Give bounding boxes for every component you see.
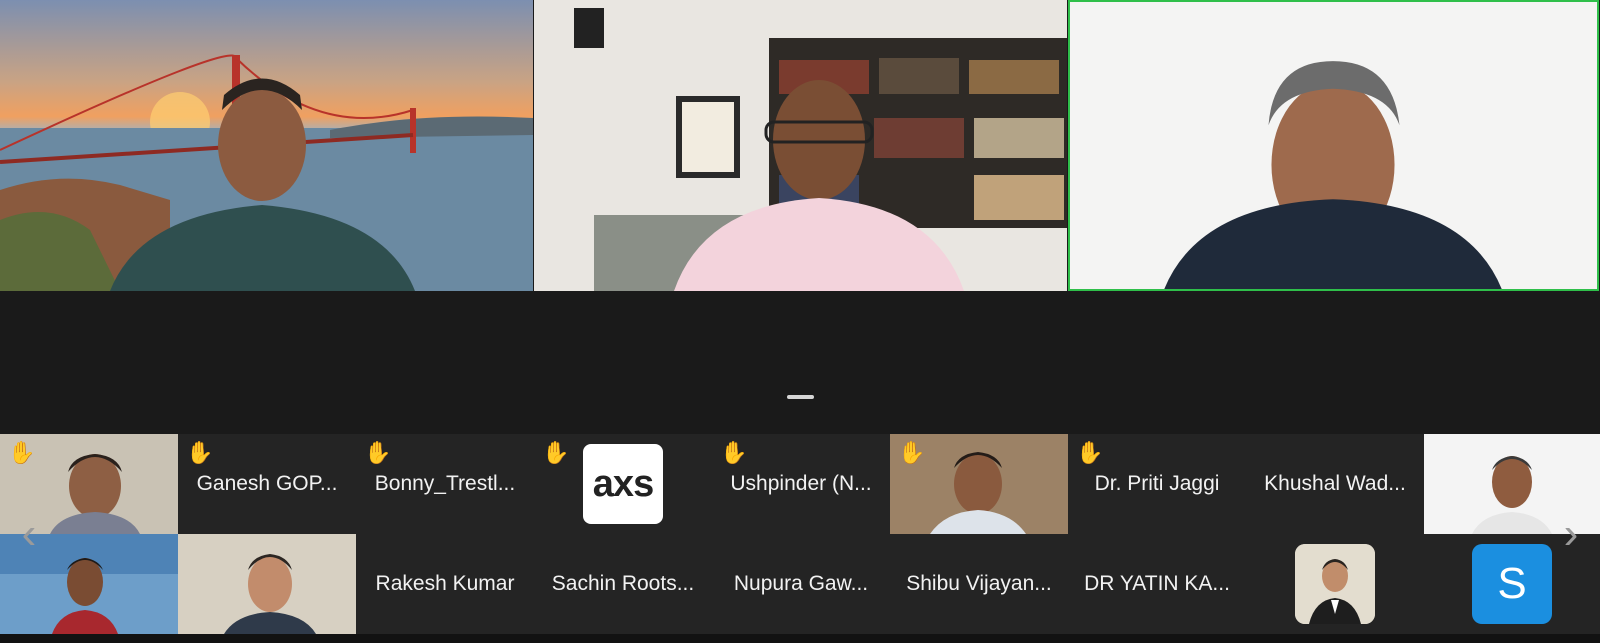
- participant-tile[interactable]: DR YATIN KA...: [1068, 534, 1246, 634]
- participant-name: Ushpinder (N...: [730, 472, 872, 495]
- stage-divider: [0, 291, 1600, 434]
- participant-name: Ganesh GOP...: [196, 472, 338, 495]
- participant-tile[interactable]: Khushal Wad...: [1246, 434, 1424, 534]
- axs-logo-text: axs: [592, 462, 654, 505]
- participant-tile[interactable]: Shibu Vijayan...: [890, 534, 1068, 634]
- participant-tile[interactable]: [178, 534, 356, 634]
- participant-tile[interactable]: Nupura Gaw...: [712, 534, 890, 634]
- participant-name: Shibu Vijayan...: [906, 572, 1052, 595]
- speaker-video-2[interactable]: [534, 0, 1067, 291]
- avatar-photo: [1295, 544, 1375, 624]
- bottom-bar: [0, 634, 1600, 643]
- participant-tile[interactable]: Sachin Roots...: [534, 534, 712, 634]
- participant-name: Bonny_Trestl...: [374, 472, 516, 495]
- speaker-video-3-active[interactable]: [1068, 0, 1599, 291]
- participant-tile[interactable]: ✋ axs: [534, 434, 712, 534]
- participant-tile[interactable]: ✋ Bonny_Trestl...: [356, 434, 534, 534]
- participant-tile[interactable]: Rakesh Kumar: [356, 534, 534, 634]
- participant-avatar: [1295, 544, 1375, 624]
- participant-initial-avatar: S: [1472, 544, 1552, 624]
- participant-tile[interactable]: ✋ Dr. Priti Jaggi: [1068, 434, 1246, 534]
- resize-handle[interactable]: [787, 395, 814, 399]
- participant-name: Dr. Priti Jaggi: [1094, 472, 1220, 495]
- chevron-left-icon[interactable]: ‹: [16, 512, 42, 558]
- axs-logo: axs: [583, 444, 663, 524]
- participant-name: DR YATIN KA...: [1084, 572, 1230, 595]
- participant-video: [178, 534, 356, 634]
- participant-initial: S: [1497, 559, 1527, 608]
- speaker-3-feed: [1164, 61, 1502, 289]
- raised-hand-icon: ✋: [8, 440, 36, 465]
- speaker-1-feed: [0, 54, 533, 291]
- speaker-video-1[interactable]: [0, 0, 533, 291]
- participant-tile[interactable]: [1246, 534, 1424, 634]
- raised-hand-icon: ✋: [898, 440, 926, 465]
- participant-name: Sachin Roots...: [551, 572, 695, 595]
- chevron-right-icon[interactable]: ›: [1558, 512, 1584, 558]
- participant-name: Rakesh Kumar: [375, 572, 515, 595]
- participant-name: Nupura Gaw...: [733, 572, 869, 595]
- raised-hand-icon: ✋: [542, 440, 570, 465]
- participant-gallery: ✋ ✋ Ganesh GOP... ✋ Bonny_Trestl... ✋ ax…: [0, 434, 1600, 634]
- participant-tile[interactable]: ✋ Ushpinder (N...: [712, 434, 890, 534]
- participant-tile[interactable]: ✋ Ganesh GOP...: [178, 434, 356, 534]
- participant-tile[interactable]: ✋: [890, 434, 1068, 534]
- participant-name: Khushal Wad...: [1264, 472, 1406, 495]
- speaker-2-feed: [574, 8, 1067, 291]
